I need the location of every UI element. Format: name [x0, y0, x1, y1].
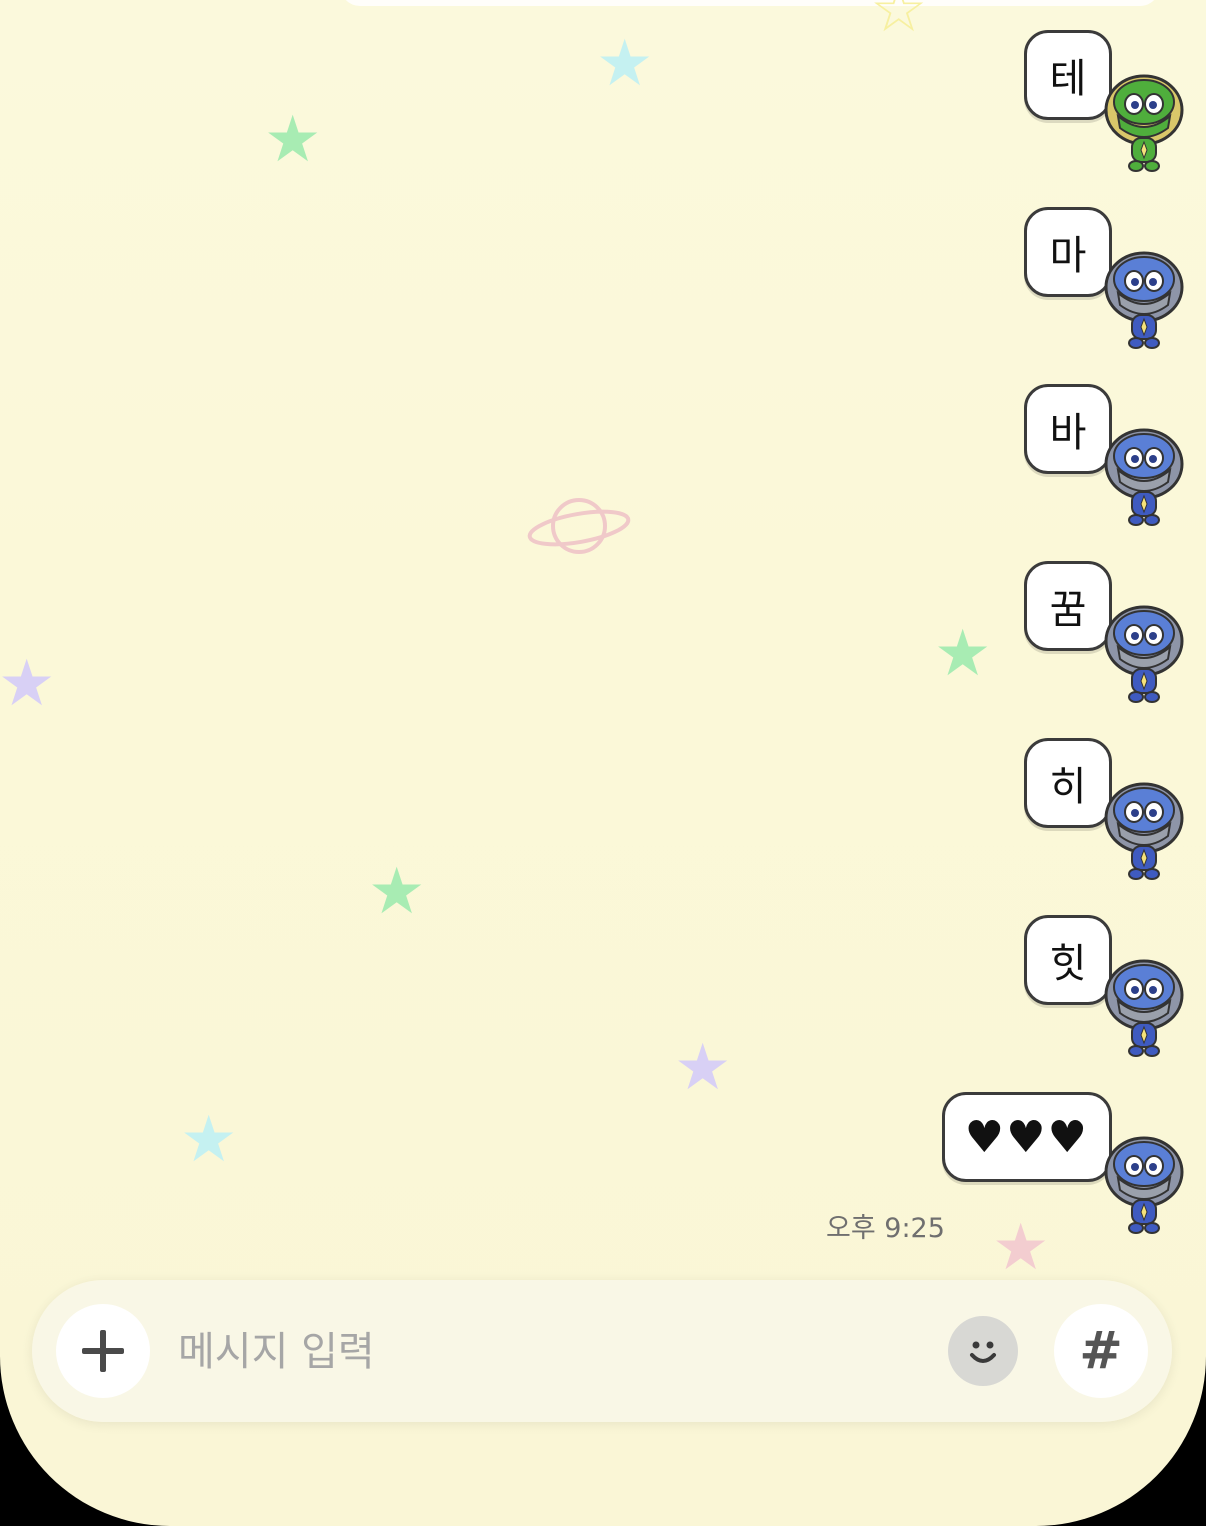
- dororo-avatar-icon[interactable]: [1098, 243, 1190, 353]
- message-bubble[interactable]: ♥♥♥: [941, 1092, 1112, 1182]
- message-composer: #: [32, 1280, 1172, 1422]
- star-decoration-icon: ★: [264, 103, 322, 177]
- top-edge: [340, 0, 1160, 6]
- chat-message[interactable]: 히: [930, 738, 1190, 888]
- star-decoration-icon: ★: [674, 1031, 732, 1105]
- message-input[interactable]: [176, 1324, 940, 1380]
- chat-message[interactable]: 힛: [930, 915, 1190, 1065]
- message-timestamp: 오후 9:25: [826, 1213, 945, 1244]
- dororo-avatar-icon[interactable]: [1098, 420, 1190, 530]
- chat-message[interactable]: 바: [930, 384, 1190, 534]
- dororo-avatar-icon[interactable]: [1098, 774, 1190, 884]
- dororo-avatar-icon[interactable]: [1098, 1128, 1190, 1238]
- chat-message[interactable]: 꿈: [930, 561, 1190, 711]
- star-decoration-icon: ★: [368, 855, 426, 929]
- star-decoration-icon: ★: [596, 27, 654, 101]
- hash-label: #: [1079, 1321, 1123, 1381]
- keroro-frog-avatar-icon[interactable]: [1098, 66, 1190, 176]
- star-decoration-icon: ☆: [870, 0, 928, 47]
- chat-message[interactable]: ♥♥♥: [930, 1092, 1190, 1242]
- chat-screen: ☆ ★ ★ ★ ★ ★ ★ ★ ★ 테 마 바 꿈 히 힛 ♥♥♥ 오후 9:2…: [0, 0, 1206, 1526]
- dororo-avatar-icon[interactable]: [1098, 951, 1190, 1061]
- chat-message[interactable]: 마: [930, 207, 1190, 357]
- emoji-button[interactable]: [948, 1316, 1018, 1386]
- dororo-avatar-icon[interactable]: [1098, 597, 1190, 707]
- star-decoration-icon: ★: [180, 1103, 238, 1177]
- hashtag-button[interactable]: #: [1054, 1304, 1148, 1398]
- star-decoration-icon: ★: [0, 647, 56, 721]
- add-attachment-button[interactable]: [56, 1304, 150, 1398]
- planet-icon: [527, 498, 631, 554]
- plus-icon: [82, 1330, 124, 1372]
- chat-message[interactable]: 테: [930, 30, 1190, 180]
- smiley-icon: [970, 1341, 996, 1363]
